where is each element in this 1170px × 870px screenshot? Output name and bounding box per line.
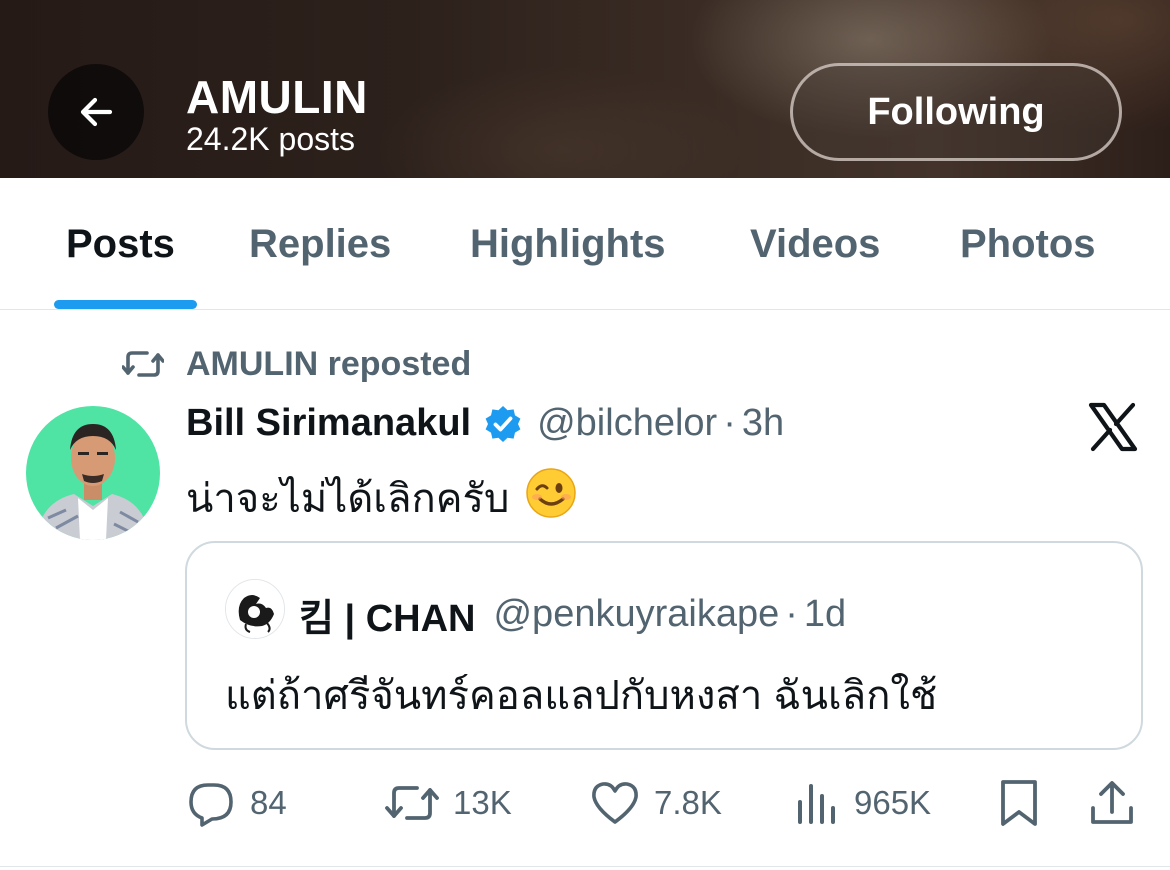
reply-count: 84	[250, 784, 287, 821]
tab-photos[interactable]: Photos	[960, 222, 1096, 267]
author-avatar[interactable]	[26, 406, 160, 540]
repost-indicator: AMULIN reposted	[122, 344, 471, 384]
like-button[interactable]: 7.8K	[590, 772, 722, 834]
quoted-header: 킴 | CHAN @penkuyraikape · 1d	[299, 587, 846, 642]
repost-icon	[385, 786, 439, 820]
tab-videos[interactable]: Videos	[750, 222, 880, 267]
heart-icon	[592, 782, 638, 824]
repost-icon	[122, 351, 164, 377]
separator-dot: ·	[723, 402, 736, 444]
active-tab-indicator	[54, 300, 197, 309]
share-button[interactable]	[1088, 772, 1136, 834]
views-chart-icon	[798, 784, 835, 824]
quoted-author-name[interactable]: 킴 | CHAN	[299, 587, 475, 642]
quoted-author-handle[interactable]: @penkuyraikape	[493, 593, 779, 636]
author-name[interactable]: Bill Sirimanakul	[186, 402, 471, 445]
x-logo-icon	[1088, 402, 1138, 452]
winking-face-emoji-icon	[525, 467, 577, 529]
profile-tabs: Posts Replies Highlights Videos Photos	[0, 178, 1170, 310]
tweet-timestamp[interactable]: 3h	[742, 402, 784, 445]
tweet-body: น่าจะไม่ได้เลิกครับ	[186, 477, 510, 521]
like-count: 7.8K	[654, 784, 722, 821]
arrow-left-icon	[80, 97, 113, 127]
repost-button[interactable]: 13K	[385, 772, 512, 834]
quoted-tweet-card[interactable]: 킴 | CHAN @penkuyraikape · 1d แต่ถ้าศรีจั…	[185, 541, 1143, 750]
quoted-text: แต่ถ้าศรีจันทร์คอลแลปกับหงสา ฉันเลิกใช้	[225, 674, 938, 718]
share-icon	[1091, 781, 1133, 824]
separator-dot: ·	[785, 593, 798, 635]
reply-button[interactable]: 84	[186, 772, 287, 834]
verified-badge-icon	[483, 404, 523, 444]
profile-header: AMULIN 24.2K posts Following	[0, 0, 1170, 178]
tab-replies[interactable]: Replies	[249, 222, 391, 267]
following-button[interactable]: Following	[790, 63, 1122, 161]
view-count: 965K	[854, 784, 932, 821]
repost-count: 13K	[453, 784, 512, 821]
tweet-actions: 84 13K 7.8K 965K	[0, 772, 1170, 834]
tab-posts[interactable]: Posts	[66, 222, 175, 267]
back-button[interactable]	[48, 64, 144, 160]
quoted-timestamp[interactable]: 1d	[804, 593, 846, 636]
views-button[interactable]: 965K	[794, 772, 931, 834]
bookmark-icon	[1001, 780, 1037, 826]
author-handle[interactable]: @bilchelor	[537, 402, 717, 445]
quoted-author-avatar[interactable]	[225, 579, 285, 639]
tab-highlights[interactable]: Highlights	[470, 222, 666, 267]
tweet-text: น่าจะไม่ได้เลิกครับ	[186, 466, 577, 530]
profile-title: AMULIN	[186, 71, 368, 123]
posts-count: 24.2K posts	[186, 121, 355, 157]
tweet-header: Bill Sirimanakul @bilchelor · 3h	[186, 402, 784, 445]
post-divider	[0, 866, 1170, 867]
reply-icon	[189, 783, 233, 827]
bookmark-button[interactable]	[996, 772, 1042, 834]
repost-label: AMULIN reposted	[186, 344, 472, 383]
